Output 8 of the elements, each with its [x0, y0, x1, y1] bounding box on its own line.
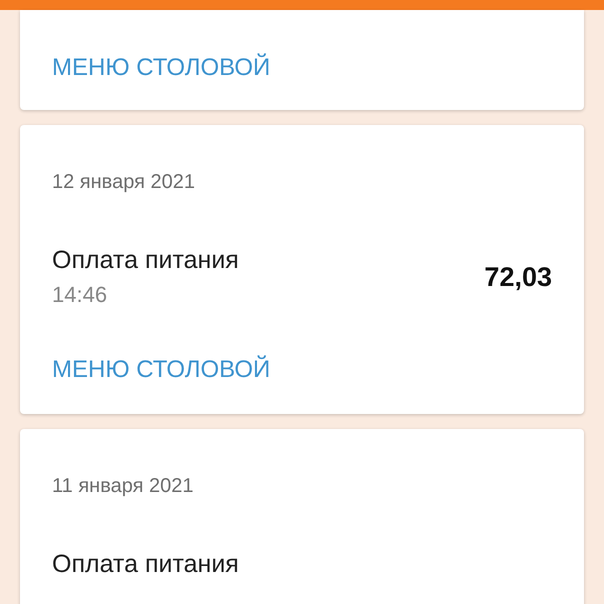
transaction-date: 11 января 2021	[52, 475, 194, 498]
payment-amount: 72,03	[484, 262, 552, 292]
payment-title: Оплата питания	[52, 246, 239, 274]
canteen-menu-link[interactable]: МЕНЮ СТОЛОВОЙ	[52, 54, 270, 82]
payment-title: Оплата питания	[52, 550, 239, 578]
payment-time: 14:46	[52, 282, 108, 308]
transaction-date: 12 января 2021	[52, 171, 196, 194]
canteen-menu-link[interactable]: МЕНЮ СТОЛОВОЙ	[52, 356, 270, 384]
